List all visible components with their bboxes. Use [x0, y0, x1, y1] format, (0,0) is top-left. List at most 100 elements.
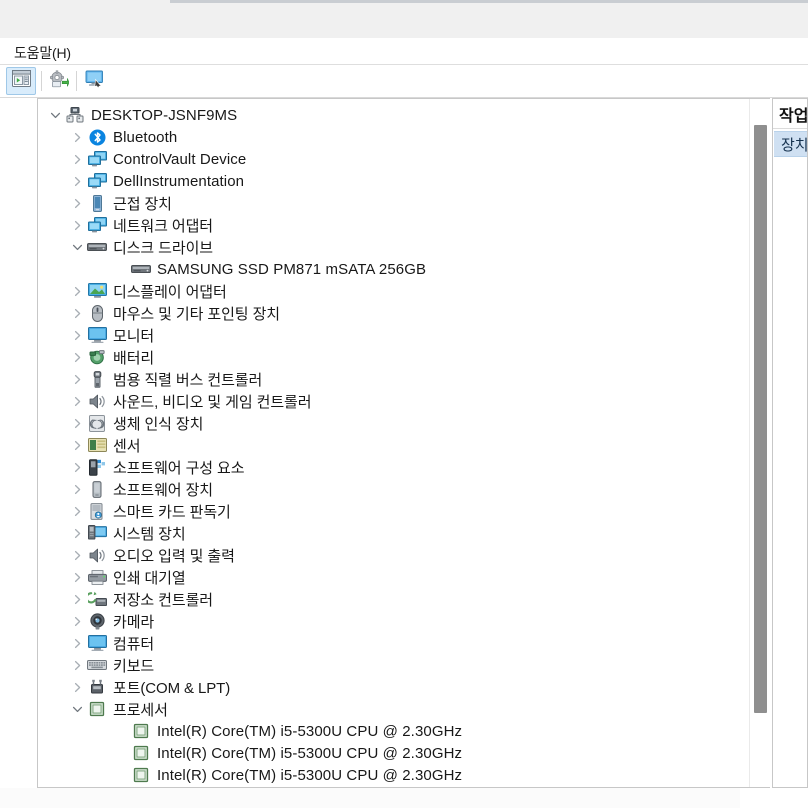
- tree-node[interactable]: 저장소 컨트롤러: [46, 588, 748, 610]
- menu-item-help[interactable]: 도움말(H): [10, 42, 75, 64]
- tree-scrollbar-thumb[interactable]: [754, 125, 767, 713]
- device-tree-viewport: DESKTOP-JSNF9MS Bluetooth ControlVault Dev…: [38, 99, 748, 787]
- tree-node[interactable]: SAMSUNG SSD PM871 mSATA 256GB: [46, 258, 748, 280]
- disk-drive-icon: [130, 260, 152, 278]
- tree-node[interactable]: 센서: [46, 434, 748, 456]
- tree-node-label: 인쇄 대기열: [113, 569, 186, 587]
- tree-node[interactable]: 프로세서: [46, 698, 748, 720]
- chevron-right-icon[interactable]: [68, 154, 86, 165]
- network-adapter-icon: [86, 216, 108, 234]
- scan-hardware-changes-button[interactable]: [80, 67, 110, 95]
- menu-bar: 도움말(H): [0, 38, 808, 65]
- chevron-right-icon[interactable]: [68, 594, 86, 605]
- chevron-down-icon[interactable]: [68, 242, 86, 253]
- chevron-right-icon[interactable]: [68, 198, 86, 209]
- tree-node[interactable]: 카메라: [46, 610, 748, 632]
- tree-node-label: 디스플레이 어댑터: [113, 283, 227, 301]
- tree-node[interactable]: DellInstrumentation: [46, 170, 748, 192]
- title-bar: [0, 5, 808, 38]
- mouse-icon: [86, 304, 108, 322]
- chevron-right-icon[interactable]: [68, 418, 86, 429]
- tree-node[interactable]: Intel(R) Core(TM) i5-5300U CPU @ 2.30GHz: [46, 764, 748, 786]
- tree-node[interactable]: 사운드, 비디오 및 게임 컨트롤러: [46, 390, 748, 412]
- properties-panel-toggle-button[interactable]: [6, 67, 36, 95]
- tree-node[interactable]: 컴퓨터: [46, 632, 748, 654]
- chevron-right-icon[interactable]: [68, 462, 86, 473]
- gear-export-icon: [49, 70, 70, 93]
- tree-node[interactable]: 인쇄 대기열: [46, 566, 748, 588]
- chevron-right-icon[interactable]: [68, 484, 86, 495]
- chevron-right-icon[interactable]: [68, 132, 86, 143]
- left-gutter: [0, 98, 37, 788]
- tree-node-label: 센서: [113, 437, 141, 455]
- device-tree-list: DESKTOP-JSNF9MS Bluetooth ControlVault Dev…: [46, 104, 748, 786]
- chevron-down-icon[interactable]: [46, 110, 64, 121]
- tree-node[interactable]: 근접 장치: [46, 192, 748, 214]
- tree-node[interactable]: 마우스 및 기타 포인팅 장치: [46, 302, 748, 324]
- tree-node-label: ControlVault Device: [113, 150, 247, 168]
- update-driver-button[interactable]: [44, 67, 74, 95]
- tree-node[interactable]: 소프트웨어 장치: [46, 478, 748, 500]
- tree-node[interactable]: DESKTOP-JSNF9MS: [46, 104, 748, 126]
- chevron-right-icon[interactable]: [68, 176, 86, 187]
- monitor-icon: [86, 634, 108, 652]
- tree-node[interactable]: 시스템 장치: [46, 522, 748, 544]
- chevron-right-icon[interactable]: [68, 550, 86, 561]
- chevron-right-icon[interactable]: [68, 638, 86, 649]
- tree-node-label: 저장소 컨트롤러: [113, 591, 213, 609]
- tree-node[interactable]: 네트워크 어댑터: [46, 214, 748, 236]
- actions-pane-selected-item[interactable]: 장치: [774, 131, 807, 157]
- tree-node[interactable]: Intel(R) Core(TM) i5-5300U CPU @ 2.30GHz: [46, 720, 748, 742]
- monitor-icon: [86, 326, 108, 344]
- chevron-right-icon[interactable]: [68, 440, 86, 451]
- tree-node[interactable]: 모니터: [46, 324, 748, 346]
- tree-node[interactable]: Bluetooth: [46, 126, 748, 148]
- tree-node[interactable]: 소프트웨어 구성 요소: [46, 456, 748, 478]
- tree-vertical-scrollbar[interactable]: [749, 99, 770, 787]
- tree-node-label: 오디오 입력 및 출력: [113, 547, 235, 565]
- storage-controller-icon: [86, 590, 108, 608]
- window-bottom-shade: [0, 788, 740, 808]
- chevron-right-icon[interactable]: [68, 220, 86, 231]
- tree-node[interactable]: Intel(R) Core(TM) i5-5300U CPU @ 2.30GHz: [46, 742, 748, 764]
- chevron-right-icon[interactable]: [68, 660, 86, 671]
- processor-icon: [86, 700, 108, 718]
- tree-node[interactable]: 디스크 드라이브: [46, 236, 748, 258]
- tree-node[interactable]: 스마트 카드 판독기: [46, 500, 748, 522]
- tree-node[interactable]: 오디오 입력 및 출력: [46, 544, 748, 566]
- tree-node-label: 포트(COM & LPT): [113, 679, 231, 697]
- tree-node[interactable]: 디스플레이 어댑터: [46, 280, 748, 302]
- speaker-icon: [86, 392, 108, 410]
- tree-node-label: Bluetooth: [113, 128, 178, 146]
- chevron-right-icon[interactable]: [68, 528, 86, 539]
- camera-icon: [86, 612, 108, 630]
- tree-node[interactable]: 생체 인식 장치: [46, 412, 748, 434]
- tree-node-label: 디스크 드라이브: [113, 239, 213, 257]
- proximity-device-icon: [86, 194, 108, 212]
- chevron-right-icon[interactable]: [68, 506, 86, 517]
- window-panel-icon: [11, 70, 31, 92]
- tree-node[interactable]: 포트(COM & LPT): [46, 676, 748, 698]
- fingerprint-icon: [86, 414, 108, 432]
- toolbar: [0, 65, 808, 98]
- tree-node-label: 소프트웨어 구성 요소: [113, 459, 245, 477]
- chevron-right-icon[interactable]: [68, 572, 86, 583]
- chevron-right-icon[interactable]: [68, 682, 86, 693]
- tree-node[interactable]: 키보드: [46, 654, 748, 676]
- chevron-right-icon[interactable]: [68, 396, 86, 407]
- tree-node[interactable]: ControlVault Device: [46, 148, 748, 170]
- printer-icon: [86, 568, 108, 586]
- tree-node[interactable]: 범용 직렬 버스 컨트롤러: [46, 368, 748, 390]
- tree-node-label: 사운드, 비디오 및 게임 컨트롤러: [113, 393, 312, 411]
- chevron-right-icon[interactable]: [68, 374, 86, 385]
- chevron-right-icon[interactable]: [68, 286, 86, 297]
- tree-node[interactable]: 배터리: [46, 346, 748, 368]
- chevron-right-icon[interactable]: [68, 330, 86, 341]
- tree-node-label: Intel(R) Core(TM) i5-5300U CPU @ 2.30GHz: [157, 722, 463, 740]
- chevron-down-icon[interactable]: [68, 704, 86, 715]
- tree-node-label: 시스템 장치: [113, 525, 186, 543]
- speaker-icon: [86, 546, 108, 564]
- chevron-right-icon[interactable]: [68, 352, 86, 363]
- chevron-right-icon[interactable]: [68, 308, 86, 319]
- chevron-right-icon[interactable]: [68, 616, 86, 627]
